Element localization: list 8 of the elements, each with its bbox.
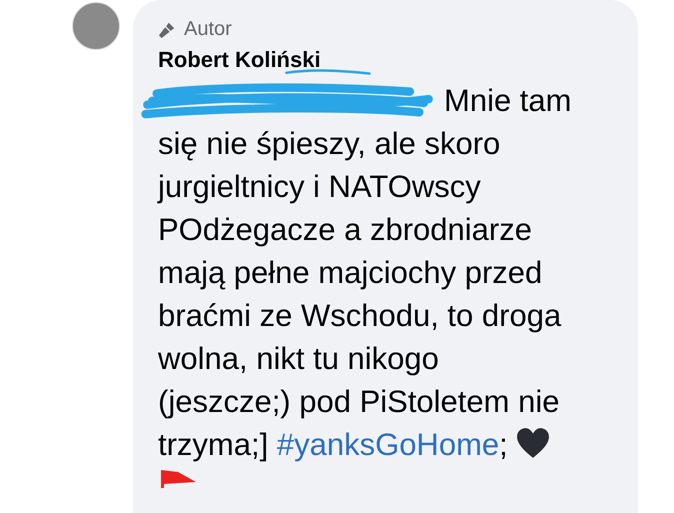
- comment-text-start: Mnie tam: [444, 82, 572, 120]
- heart-icon: [516, 427, 550, 459]
- author-label: Autor: [184, 18, 232, 41]
- hashtag-link[interactable]: #yanksGoHome: [276, 427, 500, 462]
- author-name[interactable]: Robert Koliński: [158, 47, 618, 73]
- comment-text: się nie śpieszy, ale skoro jurgieltnicy i NATOwscy POdżegacze a zbrodniarze mają pełne majciochy przed braćmi ze Wschodu, to droga wolna, nikt tu nikogo (jeszcze;) pod PiStoletem nie trzyma;] #yanksGoHome;: [158, 125, 562, 464]
- flag-icon: [158, 468, 198, 488]
- avatar-placeholder[interactable]: [72, 2, 120, 50]
